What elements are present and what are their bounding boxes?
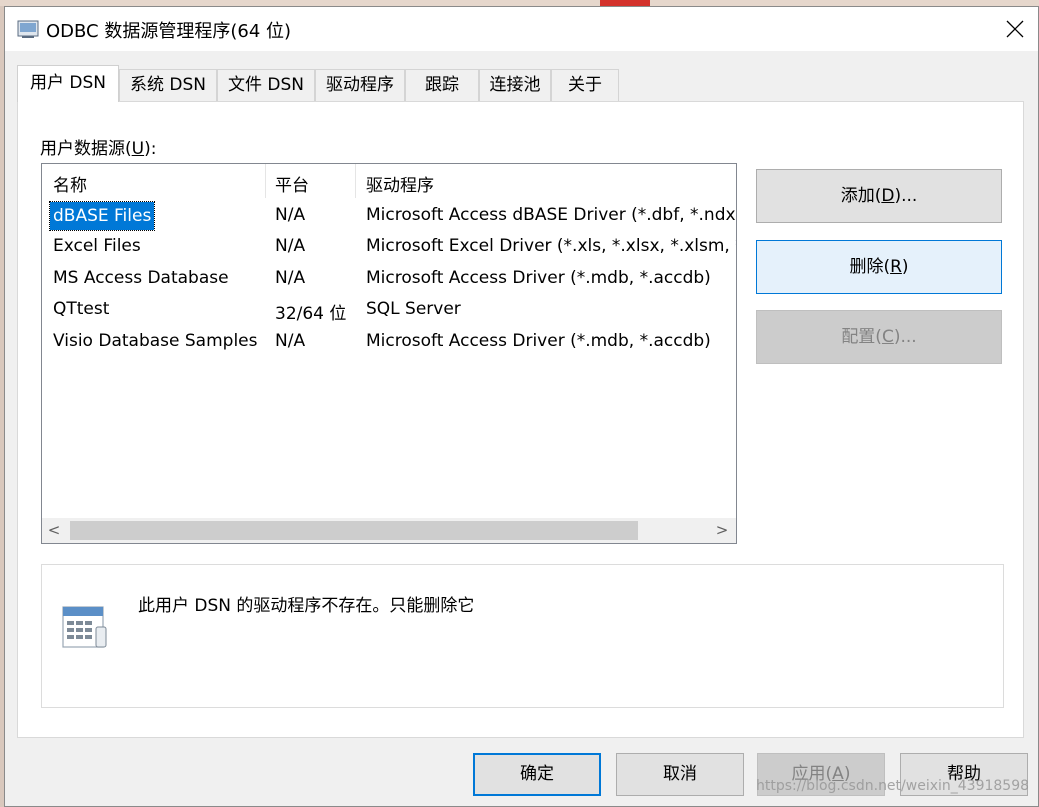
dsn-driver: Microsoft Access Driver (*.mdb, *.accdb) — [366, 331, 711, 351]
list-item[interactable]: dBASE Files N/A Microsoft Access dBASE D… — [42, 201, 736, 232]
tab-system-dsn[interactable]: 系统 DSN — [119, 69, 217, 101]
remove-button[interactable]: 删除(R) — [756, 240, 1002, 294]
dsn-driver: Microsoft Access dBASE Driver (*.dbf, *.… — [366, 205, 736, 225]
horizontal-scrollbar[interactable]: < > — [42, 518, 736, 543]
user-dsn-panel: 用户数据源(U): 名称 平台 驱动程序 dBASE Files N/A Mic… — [17, 101, 1024, 738]
add-button[interactable]: 添加(D)... — [756, 169, 1002, 223]
tab-user-dsn[interactable]: 用户 DSN — [17, 65, 119, 102]
list-item[interactable]: Excel Files N/A Microsoft Excel Driver (… — [42, 232, 736, 263]
column-divider[interactable] — [355, 164, 356, 198]
column-header-name[interactable]: 名称 — [53, 171, 87, 196]
dsn-name: dBASE Files — [48, 201, 156, 231]
tab-connection-pooling[interactable]: 连接池 — [479, 69, 551, 101]
dsn-platform: 32/64 位 — [275, 304, 347, 324]
dsn-platform: N/A — [275, 205, 306, 225]
list-item[interactable]: QTtest 32/64 位 SQL Server — [42, 295, 736, 326]
list-header: 名称 平台 驱动程序 — [42, 164, 736, 198]
tab-tracing[interactable]: 跟踪 — [405, 69, 479, 101]
title-bar: ODBC 数据源管理程序(64 位) — [5, 7, 1038, 51]
data-source-list[interactable]: 名称 平台 驱动程序 dBASE Files N/A Microsoft Acc… — [41, 163, 737, 544]
driver-missing-message: 此用户 DSN 的驱动程序不存在。只能删除它 — [138, 596, 475, 616]
dsn-platform: N/A — [275, 236, 306, 256]
scroll-left-button[interactable]: < — [42, 518, 66, 543]
window-title: ODBC 数据源管理程序(64 位) — [46, 21, 292, 42]
watermark-url: https://blog.csdn.net/weixin_43918598 — [756, 778, 1030, 794]
user-data-sources-label: 用户数据源(U): — [40, 139, 157, 159]
list-item[interactable]: Visio Database Samples N/A Microsoft Acc… — [42, 327, 736, 358]
dsn-name: MS Access Database — [53, 268, 229, 288]
driver-message-box: 此用户 DSN 的驱动程序不存在。只能删除它 — [41, 564, 1004, 708]
cancel-button[interactable]: 取消 — [616, 753, 744, 796]
odbc-app-icon — [17, 20, 39, 38]
dsn-name: Excel Files — [53, 236, 141, 256]
tab-about[interactable]: 关于 — [551, 69, 619, 101]
dsn-name: Visio Database Samples — [53, 331, 258, 351]
scrollbar-thumb[interactable] — [70, 521, 638, 540]
database-document-icon — [62, 606, 107, 648]
scroll-right-button[interactable]: > — [710, 518, 734, 543]
dsn-platform: N/A — [275, 331, 306, 351]
dsn-name: QTtest — [53, 299, 110, 319]
list-item[interactable]: MS Access Database N/A Microsoft Access … — [42, 264, 736, 295]
dsn-driver: Microsoft Excel Driver (*.xls, *.xlsx, *… — [366, 236, 736, 256]
dsn-platform: N/A — [275, 268, 306, 288]
column-header-driver[interactable]: 驱动程序 — [366, 171, 434, 196]
dsn-driver: SQL Server — [366, 299, 461, 319]
tab-drivers[interactable]: 驱动程序 — [315, 69, 405, 101]
tab-file-dsn[interactable]: 文件 DSN — [217, 69, 315, 101]
close-button[interactable] — [992, 7, 1038, 51]
close-icon — [1006, 20, 1024, 38]
column-divider[interactable] — [265, 164, 266, 198]
odbc-dialog: ODBC 数据源管理程序(64 位) 用户 DSN 系统 DSN 文件 DSN … — [4, 6, 1039, 807]
column-header-platform[interactable]: 平台 — [275, 171, 309, 196]
configure-button[interactable]: 配置(C)... — [756, 310, 1002, 364]
dsn-driver: Microsoft Access Driver (*.mdb, *.accdb) — [366, 268, 711, 288]
ok-button[interactable]: 确定 — [473, 753, 601, 796]
